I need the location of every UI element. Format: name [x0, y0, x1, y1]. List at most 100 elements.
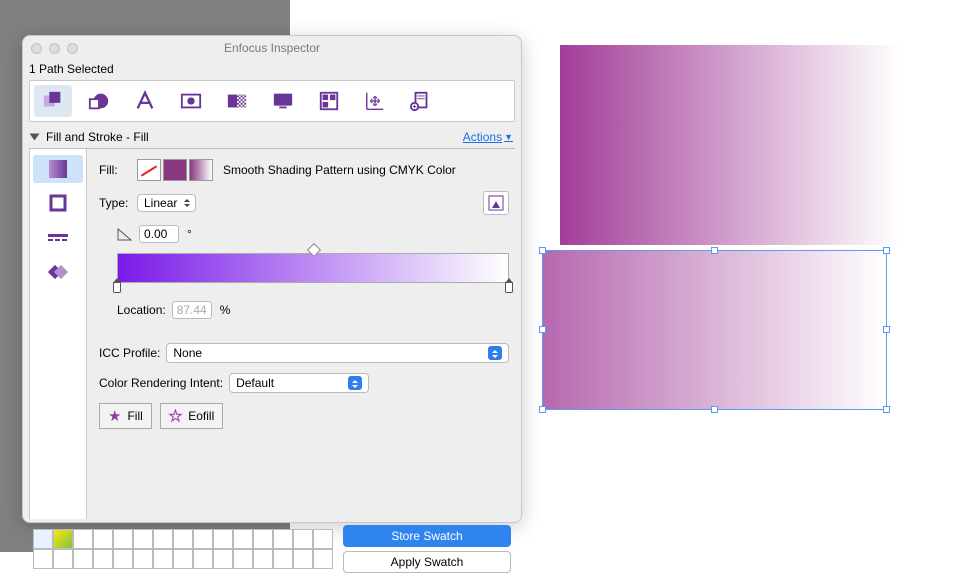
- subtool-rail: [29, 149, 87, 519]
- selection-handle[interactable]: [883, 247, 890, 254]
- swatch-cell[interactable]: [113, 549, 133, 569]
- swatch-grid: [33, 529, 333, 569]
- chevron-down-icon: ▼: [504, 132, 513, 142]
- swatch-cell[interactable]: [53, 529, 73, 549]
- swatch-cell[interactable]: [253, 529, 273, 549]
- store-swatch-button[interactable]: Store Swatch: [343, 525, 511, 547]
- window-title: Enfocus Inspector: [23, 41, 521, 55]
- gradient-track[interactable]: [117, 253, 509, 283]
- location-input: [172, 301, 212, 319]
- swatch-cell[interactable]: [213, 549, 233, 569]
- swatch-cell[interactable]: [173, 529, 193, 549]
- actions-menu[interactable]: Actions▼: [463, 130, 513, 144]
- fill-label: Fill:: [99, 163, 137, 177]
- cri-value: Default: [236, 376, 274, 390]
- fill-solid-button[interactable]: [163, 159, 187, 181]
- type-value: Linear: [144, 196, 177, 210]
- swatch-cell[interactable]: [193, 529, 213, 549]
- fill-description: Smooth Shading Pattern using CMYK Color: [223, 163, 456, 177]
- tool-text[interactable]: [126, 85, 164, 117]
- swatch-cell[interactable]: [113, 529, 133, 549]
- subtool-dash[interactable]: [33, 223, 83, 251]
- selection-handle[interactable]: [711, 247, 718, 254]
- swatch-cell[interactable]: [233, 549, 253, 569]
- selection-handle[interactable]: [883, 406, 890, 413]
- swatch-cell[interactable]: [133, 549, 153, 569]
- swatch-cell[interactable]: [33, 529, 53, 549]
- panel-body: Fill: Smooth Shading Pattern using CMYK …: [23, 149, 521, 519]
- selection-handle[interactable]: [539, 247, 546, 254]
- swatch-cell[interactable]: [173, 549, 193, 569]
- swatch-area: Store Swatch Apply Swatch: [23, 519, 521, 579]
- swatch-cell[interactable]: [73, 549, 93, 569]
- gradient-grab-button[interactable]: [483, 191, 509, 215]
- angle-unit: °: [187, 227, 192, 241]
- selection-handle[interactable]: [711, 406, 718, 413]
- selection-handle[interactable]: [883, 326, 890, 333]
- swatch-cell[interactable]: [313, 529, 333, 549]
- fill-none-button[interactable]: [137, 159, 161, 181]
- selection-handle[interactable]: [539, 326, 546, 333]
- fill-gradient-button[interactable]: [189, 159, 213, 181]
- tool-transparency[interactable]: [218, 85, 256, 117]
- selection-handle[interactable]: [539, 406, 546, 413]
- type-select[interactable]: Linear: [137, 194, 196, 212]
- fillrule-fill-label: Fill: [127, 409, 142, 423]
- subtool-stroke[interactable]: [33, 189, 83, 217]
- swatch-cell[interactable]: [133, 529, 153, 549]
- tool-separations[interactable]: [310, 85, 348, 117]
- fillrule-eofill-label: Eofill: [188, 409, 214, 423]
- main-toolbar: [29, 80, 515, 122]
- fillrule-fill-button[interactable]: ★Fill: [99, 403, 152, 429]
- inspector-panel: Enfocus Inspector 1 Path Selected Fill a…: [22, 35, 522, 523]
- icc-label: ICC Profile:: [99, 346, 160, 360]
- swatch-cell[interactable]: [213, 529, 233, 549]
- angle-input[interactable]: [139, 225, 179, 243]
- swatch-cell[interactable]: [253, 549, 273, 569]
- location-unit: %: [220, 303, 231, 317]
- canvas-area: [560, 45, 900, 245]
- actions-label: Actions: [463, 130, 502, 144]
- subtool-overprint[interactable]: [33, 257, 83, 285]
- tool-screen[interactable]: [264, 85, 302, 117]
- apply-swatch-button[interactable]: Apply Swatch: [343, 551, 511, 573]
- swatch-cell[interactable]: [273, 549, 293, 569]
- swatch-cell[interactable]: [233, 529, 253, 549]
- gradient-shape-selected[interactable]: [542, 250, 887, 410]
- main-area: Fill: Smooth Shading Pattern using CMYK …: [87, 149, 521, 519]
- swatch-cell[interactable]: [153, 529, 173, 549]
- swatch-cell[interactable]: [53, 549, 73, 569]
- swatch-cell[interactable]: [293, 529, 313, 549]
- tool-fillstroke[interactable]: [34, 85, 72, 117]
- cri-label: Color Rendering Intent:: [99, 376, 223, 390]
- swatch-cell[interactable]: [73, 529, 93, 549]
- titlebar[interactable]: Enfocus Inspector: [23, 36, 521, 60]
- section-header: Fill and Stroke - Fill Actions▼: [23, 124, 521, 148]
- tool-image[interactable]: [172, 85, 210, 117]
- icc-select[interactable]: None: [166, 343, 509, 363]
- gradient-stop-start[interactable]: [113, 282, 121, 293]
- cri-select[interactable]: Default: [229, 373, 369, 393]
- location-label: Location:: [117, 303, 166, 317]
- swatch-cell[interactable]: [33, 549, 53, 569]
- subtool-fill[interactable]: [33, 155, 83, 183]
- swatch-cell[interactable]: [153, 549, 173, 569]
- dropdown-icon: [488, 346, 502, 360]
- gradient-editor[interactable]: [117, 253, 509, 283]
- disclosure-triangle-icon[interactable]: [30, 134, 40, 141]
- tool-position[interactable]: [356, 85, 394, 117]
- swatch-cell[interactable]: [313, 549, 333, 569]
- angle-icon: [117, 227, 133, 241]
- swatch-cell[interactable]: [193, 549, 213, 569]
- swatch-cell[interactable]: [93, 529, 113, 549]
- fillrule-eofill-button[interactable]: ★Eofill: [160, 403, 223, 429]
- gradient-stop-end[interactable]: [505, 282, 513, 293]
- swatch-cell[interactable]: [93, 549, 113, 569]
- gradient-shape-large: [560, 45, 900, 245]
- icc-value: None: [173, 346, 202, 360]
- swatch-cell[interactable]: [293, 549, 313, 569]
- tool-prepress[interactable]: [402, 85, 440, 117]
- tool-shape[interactable]: [80, 85, 118, 117]
- type-label: Type:: [99, 196, 137, 210]
- swatch-cell[interactable]: [273, 529, 293, 549]
